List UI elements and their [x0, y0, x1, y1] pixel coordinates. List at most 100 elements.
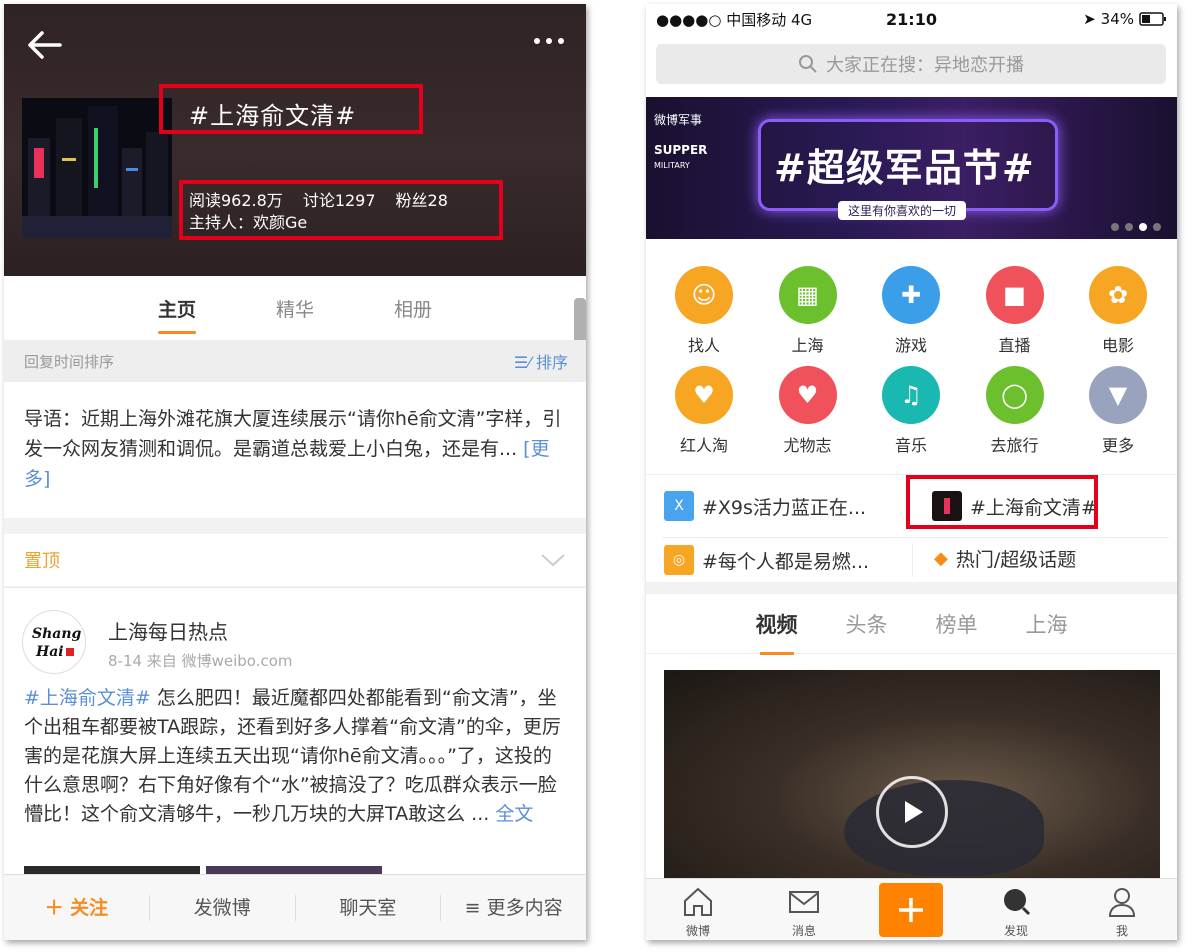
avatar[interactable]: Shang Hai — [22, 610, 86, 674]
grid-item-label: 红人淘 — [679, 436, 728, 455]
follow-button[interactable]: ＋ 关注 — [4, 894, 150, 921]
home-icon — [684, 887, 712, 916]
feed-tabs: 视频 头条 榜单 上海 — [646, 594, 1177, 655]
topic-bottom-bar: ＋ 关注 发微博 聊天室 ≡ 更多内容 — [4, 874, 586, 940]
post-author[interactable]: 上海每日热点 — [108, 616, 228, 645]
grid-item-heart[interactable]: ♥ 尤物志 — [758, 366, 858, 456]
tabbar-label: 消息 — [791, 924, 816, 938]
tab-home[interactable]: 主页 — [157, 295, 196, 334]
video-camera-icon: ■ — [985, 266, 1044, 324]
sort-button[interactable]: ☰⁄ 排序 — [514, 349, 568, 373]
back-arrow-icon[interactable] — [24, 28, 64, 62]
banner-supper-military: SUPPER MILITARY — [654, 143, 708, 170]
grid-item-label: 找人 — [687, 336, 720, 355]
promo-banner[interactable]: 微博军事 SUPPER MILITARY #超级军品节# 这里有你喜欢的一切 — [646, 97, 1177, 239]
topic-lead: 导语：近期上海外滩花旗大厦连续展示“请你hē俞文清”字样，引发一众网友猜测和调侃… — [4, 382, 586, 518]
person-icon: ☺ — [675, 266, 733, 324]
battery-icon — [1139, 12, 1166, 26]
post-meta: 8-14 来自 微博weibo.com — [108, 652, 293, 670]
grid-item-shopping-bag[interactable]: ♥ 红人淘 — [654, 366, 754, 456]
lead-text: 导语：近期上海外滩花旗大厦连续展示“请你hē俞文清”字样，引发一众网友猜测和调侃… — [24, 408, 562, 460]
tabbar-home[interactable]: 微博 — [668, 885, 728, 939]
location-arrow-icon: ➤ — [1083, 10, 1096, 28]
hot-topic-label: 热门/超级话题 — [955, 549, 1077, 571]
discover-screen: ●●●●○ 中国移动 4G 21:10 ➤ 34% 大家正在搜：异地恋开播 微博… — [646, 4, 1177, 940]
music-note-icon: ♫ — [882, 366, 940, 424]
grid-item-label: 直播 — [998, 336, 1031, 355]
more-options-icon[interactable] — [534, 38, 564, 44]
tabbar-me[interactable]: 我 — [1092, 885, 1152, 939]
carousel-indicator — [1111, 223, 1161, 231]
search-placeholder: 大家正在搜：异地恋开播 — [826, 55, 1024, 76]
city-icon: ▦ — [778, 266, 837, 324]
grid-item-film-reel[interactable]: ✿ 电影 — [1068, 266, 1168, 356]
topic-page-screen: #上海俞文清# 阅读962.8万 讨论1297 粉丝28 主持人：欢颜Ge 主页 精… — [4, 4, 586, 940]
play-icon[interactable] — [876, 776, 948, 848]
search-input[interactable]: 大家正在搜：异地恋开播 — [656, 44, 1166, 84]
tab-album[interactable]: 相册 — [394, 295, 432, 322]
diamond-icon: ◆ — [934, 548, 948, 569]
grid-item-gamepad[interactable]: ✚ 游戏 — [861, 266, 961, 356]
chevron-down-icon[interactable] — [540, 552, 566, 568]
discover-icon — [1004, 889, 1031, 916]
envelope-icon — [789, 891, 819, 913]
tab-rankings[interactable]: 榜单 — [936, 609, 978, 639]
sort-bar: 回复时间排序 ☰⁄ 排序 — [4, 340, 586, 382]
tabbar-label: 发现 — [1003, 924, 1028, 938]
grid-item-balloon[interactable]: ◯ 去旅行 — [965, 366, 1065, 456]
tab-featured[interactable]: 精华 — [276, 295, 314, 322]
grid-item-chevron-down[interactable]: ▼ 更多 — [1068, 366, 1168, 456]
tabbar-label: 我 — [1115, 924, 1128, 938]
profile-icon — [1108, 888, 1136, 917]
status-bar: ●●●●○ 中国移动 4G 21:10 ➤ 34% — [646, 4, 1177, 34]
post-body: #上海俞文清# 怎么肥四！最近魔都四处都能看到“俞文清”，坐个出租车都要被TA跟… — [24, 684, 570, 829]
tab-shanghai[interactable]: 上海 — [1026, 609, 1068, 639]
search-icon — [799, 55, 817, 73]
tabbar-messages[interactable]: 消息 — [774, 885, 834, 939]
hot-topics: X #X9s活力蓝正在... #上海俞文清# ◎ #每个人都是易燃... ◆ 热… — [646, 474, 1177, 582]
grid-item-label: 电影 — [1101, 336, 1134, 355]
bottom-tab-bar: 微博 消息 发现 我 — [646, 878, 1177, 940]
video-thumbnail[interactable] — [664, 670, 1160, 882]
post-full-text-link[interactable]: 全文 — [495, 803, 533, 825]
section-divider — [646, 582, 1177, 594]
banner-title: #超级军品节# — [774, 146, 1035, 190]
more-content-button[interactable]: ≡ 更多内容 — [441, 895, 586, 921]
highlight-box-stats — [179, 180, 503, 240]
highlight-box-title — [159, 84, 423, 134]
post-hashtag[interactable]: #上海俞文清# — [24, 687, 151, 709]
hot-topic-label: #每个人都是易燃... — [702, 550, 870, 573]
grid-item-label: 更多 — [1101, 436, 1134, 455]
topic-header: #上海俞文清# 阅读962.8万 讨论1297 粉丝28 主持人：欢颜Ge — [4, 4, 586, 276]
hot-super-topics-link[interactable]: ◆ 热门/超级话题 — [934, 545, 1076, 572]
tabbar-discover[interactable]: 发现 — [986, 885, 1046, 939]
pinned-label: 置顶 — [24, 551, 60, 572]
tab-headlines[interactable]: 头条 — [846, 609, 888, 639]
hot-topic-flammable[interactable]: ◎ #每个人都是易燃... — [664, 545, 869, 575]
gamepad-icon: ✚ — [882, 266, 940, 324]
avatar-logo-line1: Shang — [32, 626, 82, 642]
weibo-post[interactable]: Shang Hai 上海每日热点 8-14 来自 微博weibo.com #上海… — [4, 587, 586, 876]
heart-icon: ♥ — [778, 366, 837, 424]
grid-item-city[interactable]: ▦ 上海 — [758, 266, 858, 356]
topic-tabs: 主页 精华 相册 — [4, 276, 586, 340]
tab-video[interactable]: 视频 — [756, 609, 798, 655]
discover-grid: ☺ 找人 ▦ 上海 ✚ 游戏 ■ 直播 ✿ 电影 ♥ 红人淘 ♥ 尤物志 ♫ 音乐 ◯ 去旅行 ▼ 更多 — [646, 250, 1177, 470]
highlight-box-hot-topic — [906, 475, 1098, 529]
pinned-section-header[interactable]: 置顶 — [4, 534, 586, 586]
compose-button[interactable] — [879, 883, 943, 937]
grid-item-music-note[interactable]: ♫ 音乐 — [861, 366, 961, 456]
post-weibo-button[interactable]: 发微博 — [150, 894, 296, 921]
grid-item-label: 音乐 — [894, 436, 927, 455]
sort-order-label: 回复时间排序 — [24, 352, 115, 371]
plus-icon — [899, 898, 923, 922]
battery-level: 34% — [1100, 10, 1134, 28]
chat-room-button[interactable]: 聊天室 — [296, 894, 442, 921]
hot-topic-x9s[interactable]: X #X9s活力蓝正在... — [664, 491, 866, 521]
flame-badge-icon: ◎ — [664, 545, 694, 575]
grid-item-person[interactable]: ☺ 找人 — [654, 266, 754, 356]
avatar-logo-line2: Hai — [35, 644, 64, 660]
grid-item-video-camera[interactable]: ■ 直播 — [965, 266, 1065, 356]
chevron-down-icon: ▼ — [1089, 366, 1147, 424]
grid-item-label: 游戏 — [894, 336, 927, 355]
